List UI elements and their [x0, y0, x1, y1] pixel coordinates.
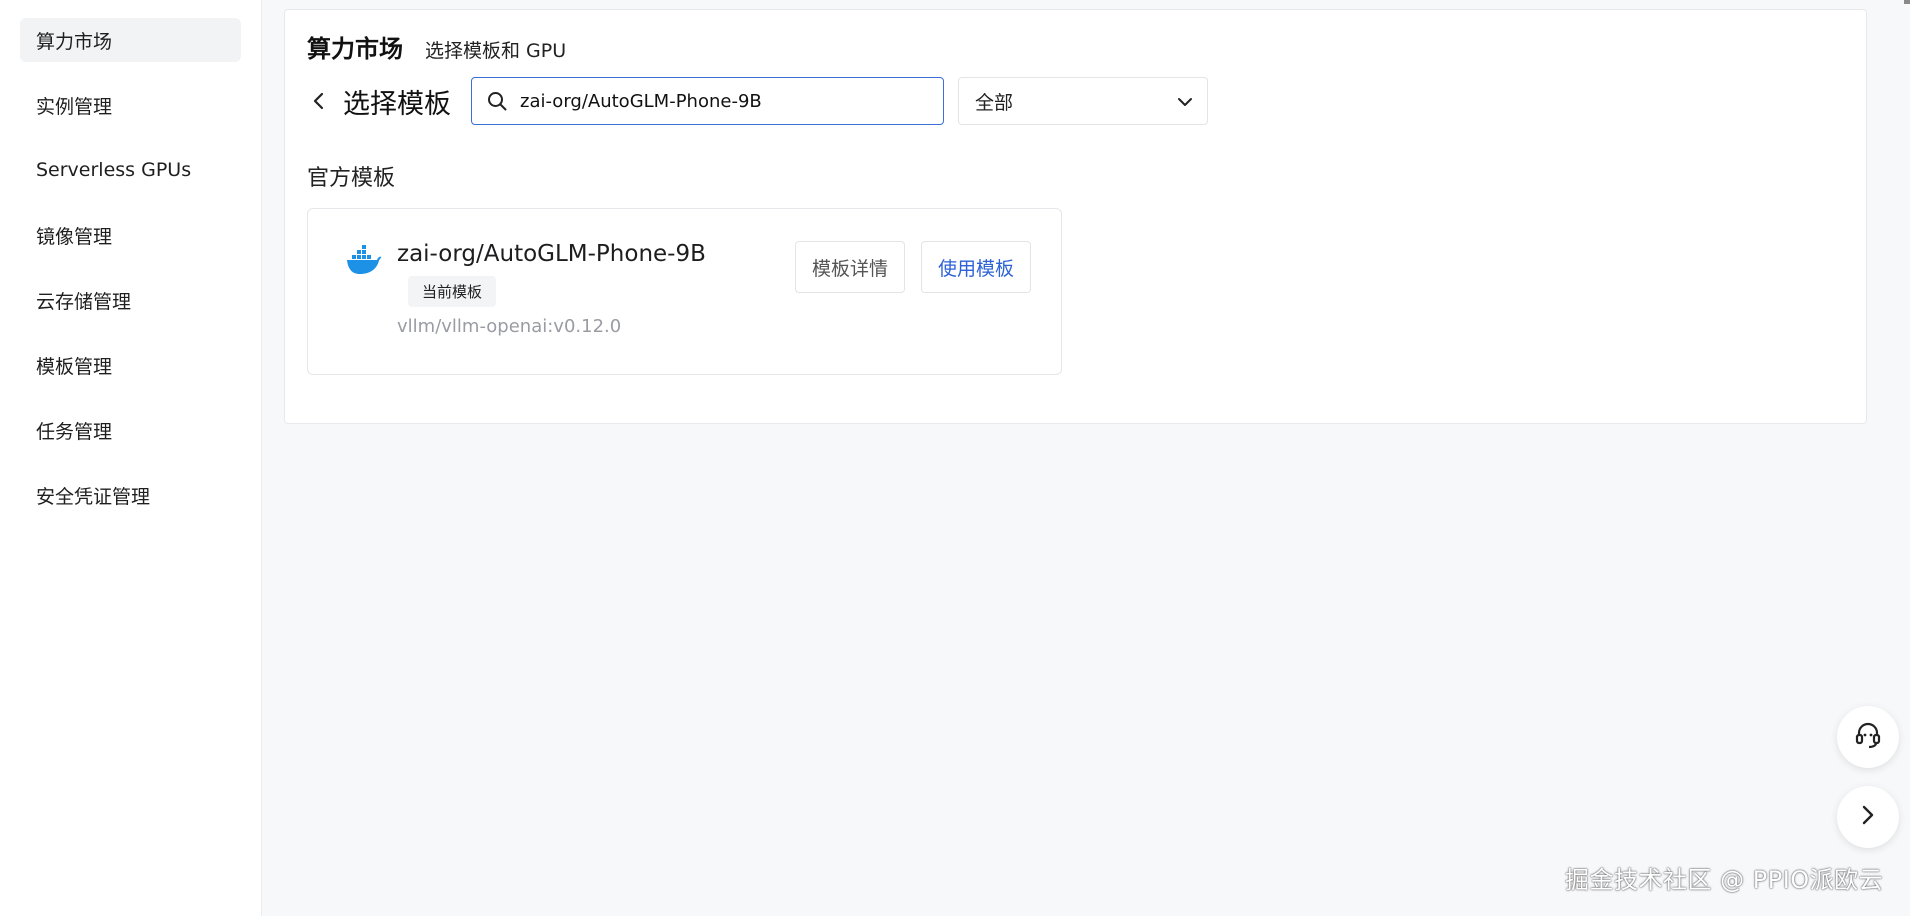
sidebar-item-label: 镜像管理 — [36, 225, 113, 248]
search-box[interactable] — [471, 77, 944, 125]
sidebar-item-label: 模板管理 — [36, 355, 113, 378]
sidebar-item-label: Serverless GPUs — [36, 159, 192, 181]
page-subtitle: 选择模板和 GPU — [425, 40, 567, 62]
template-selector-row: 选择模板 全部 — [307, 77, 1208, 125]
page-title: 算力市场 — [307, 35, 403, 63]
sidebar-item-credentials[interactable]: 安全凭证管理 — [20, 473, 241, 517]
selector-title: 选择模板 — [343, 88, 451, 120]
main-panel: 算力市场 选择模板和 GPU 选择模板 全部 官方模板 — [284, 9, 1867, 424]
search-input[interactable] — [520, 90, 920, 112]
chevron-right-icon — [1861, 804, 1875, 830]
sidebar-item-label: 实例管理 — [36, 95, 113, 118]
use-template-button[interactable]: 使用模板 — [921, 241, 1031, 293]
template-image-tag: vllm/vllm-openai:v0.12.0 — [397, 316, 622, 337]
sidebar-item-serverless-gpus[interactable]: Serverless GPUs — [20, 148, 241, 192]
scrollbar-thumb[interactable] — [1904, 0, 1910, 4]
headset-icon — [1854, 721, 1882, 753]
section-title-official-templates: 官方模板 — [307, 166, 396, 191]
sidebar-item-tasks[interactable]: 任务管理 — [20, 408, 241, 452]
sidebar-item-templates[interactable]: 模板管理 — [20, 343, 241, 387]
sidebar-item-cloud-storage[interactable]: 云存储管理 — [20, 278, 241, 322]
sidebar-item-label: 算力市场 — [36, 30, 113, 53]
docker-icon — [346, 245, 382, 275]
chevron-down-icon — [1177, 90, 1193, 112]
page-header: 算力市场 选择模板和 GPU — [307, 29, 566, 64]
expand-panel-button[interactable] — [1837, 786, 1899, 848]
search-icon — [486, 90, 508, 112]
sidebar-item-instances[interactable]: 实例管理 — [20, 83, 241, 127]
category-filter-select[interactable]: 全部 — [958, 77, 1208, 125]
watermark: 掘金技术社区 @ PPIO派欧云 — [1565, 866, 1884, 894]
sidebar-item-label: 安全凭证管理 — [36, 485, 151, 508]
customer-support-button[interactable] — [1837, 706, 1899, 768]
back-icon[interactable] — [307, 77, 331, 125]
sidebar-item-images[interactable]: 镜像管理 — [20, 213, 241, 257]
template-details-button[interactable]: 模板详情 — [795, 241, 905, 293]
filter-selected-value: 全部 — [975, 91, 1014, 114]
sidebar-item-compute-market[interactable]: 算力市场 — [20, 18, 241, 62]
sidebar-item-label: 任务管理 — [36, 420, 113, 443]
template-name: zai-org/AutoGLM-Phone-9B — [397, 241, 706, 267]
sidebar-item-label: 云存储管理 — [36, 290, 132, 313]
template-card[interactable]: zai-org/AutoGLM-Phone-9B 当前模板 vllm/vllm-… — [307, 208, 1062, 375]
current-template-badge: 当前模板 — [408, 276, 497, 307]
sidebar: 算力市场 实例管理 Serverless GPUs 镜像管理 云存储管理 模板管… — [0, 0, 262, 916]
